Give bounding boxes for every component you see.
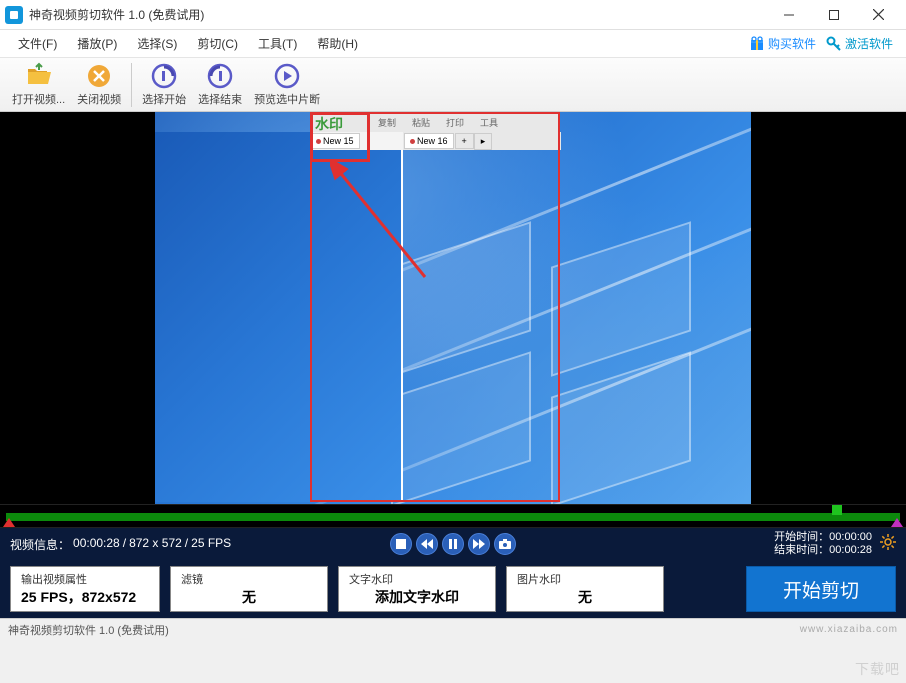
text-watermark-box[interactable]: 文字水印 添加文字水印 bbox=[338, 566, 496, 612]
select-start-button[interactable]: 选择开始 bbox=[136, 60, 192, 109]
info-label: 视频信息： bbox=[10, 536, 70, 553]
app-icon bbox=[5, 6, 23, 24]
select-end-button[interactable]: 选择结束 bbox=[192, 60, 248, 109]
minimize-button[interactable] bbox=[766, 0, 811, 30]
close-label: 关闭视频 bbox=[77, 91, 121, 107]
selstart-label: 选择开始 bbox=[142, 91, 186, 107]
snapshot-button[interactable] bbox=[494, 533, 516, 555]
selend-label: 选择结束 bbox=[198, 91, 242, 107]
play-circle-icon bbox=[273, 62, 301, 90]
textwm-label: 文字水印 bbox=[349, 571, 485, 587]
filter-value: 无 bbox=[181, 587, 317, 607]
site-watermark: www.xiazaiba.com bbox=[800, 624, 898, 635]
buy-label: 购买软件 bbox=[768, 35, 816, 52]
output-properties-row: 输出视频属性 25 FPS，872x572 滤镜 无 文字水印 添加文字水印 图… bbox=[0, 560, 906, 618]
select-start-icon bbox=[150, 62, 178, 90]
timeline[interactable] bbox=[0, 504, 906, 528]
activate-label: 激活软件 bbox=[845, 35, 893, 52]
output-props-value: 25 FPS，872x572 bbox=[21, 587, 149, 607]
watermark-text-label: 水印 bbox=[315, 114, 343, 134]
dot-icon bbox=[410, 139, 415, 144]
info-duration: 00:00:28 bbox=[73, 536, 120, 553]
red-arrow-icon bbox=[330, 162, 450, 292]
folder-open-icon bbox=[25, 62, 53, 90]
output-props-label: 输出视频属性 bbox=[21, 571, 149, 587]
forward-button[interactable] bbox=[468, 533, 490, 555]
menubar: 文件(F) 播放(P) 选择(S) 剪切(C) 工具(T) 帮助(H) 购买软件… bbox=[0, 30, 906, 58]
statusbar: 神奇视频剪切软件 1.0 (免费试用) www.xiazaiba.com bbox=[0, 618, 906, 640]
start-time-label: 开始时间： bbox=[774, 531, 829, 543]
preview-label: 预览选中片断 bbox=[254, 91, 320, 107]
menu-help[interactable]: 帮助(H) bbox=[307, 31, 368, 56]
close-button[interactable] bbox=[856, 0, 901, 30]
cmd-copy: 复制 bbox=[370, 116, 404, 129]
timeline-selection bbox=[6, 513, 900, 521]
maximize-button[interactable] bbox=[811, 0, 856, 30]
filter-box[interactable]: 滤镜 无 bbox=[170, 566, 328, 612]
preview-selection-button[interactable]: 预览选中片断 bbox=[248, 60, 326, 109]
info-resolution: 872 x 572 bbox=[129, 536, 182, 553]
status-text: 神奇视频剪切软件 1.0 (免费试用) bbox=[8, 622, 169, 638]
start-time-value: 00:00:00 bbox=[829, 531, 872, 543]
activate-software-link[interactable]: 激活软件 bbox=[821, 35, 898, 52]
timeline-start-marker[interactable] bbox=[3, 518, 15, 527]
textwm-value: 添加文字水印 bbox=[349, 587, 485, 607]
close-circle-icon bbox=[85, 62, 113, 90]
settings-gear-icon[interactable] bbox=[880, 534, 896, 554]
open-video-button[interactable]: 打开视频... bbox=[6, 60, 71, 109]
toolbar: 打开视频... 关闭视频 选择开始 选择结束 预览选中片断 bbox=[0, 58, 906, 112]
stop-button[interactable] bbox=[390, 533, 412, 555]
window-title: 神奇视频剪切软件 1.0 (免费试用) bbox=[29, 6, 204, 23]
image-watermark-box[interactable]: 图片水印 无 bbox=[506, 566, 664, 612]
corner-watermark: 下载吧 bbox=[855, 659, 900, 679]
output-props-box[interactable]: 输出视频属性 25 FPS，872x572 bbox=[10, 566, 160, 612]
titlebar: 神奇视频剪切软件 1.0 (免费试用) bbox=[0, 0, 906, 30]
menu-cut[interactable]: 剪切(C) bbox=[187, 31, 248, 56]
toolbar-separator bbox=[131, 63, 132, 107]
imgwm-label: 图片水印 bbox=[517, 571, 653, 587]
cmd-paste: 粘贴 bbox=[404, 116, 438, 129]
end-time-value: 00:00:28 bbox=[829, 544, 872, 556]
video-info: 视频信息： 00:00:28/ 872 x 572/ 25 FPS bbox=[10, 536, 231, 553]
video-preview-area: 复制 粘贴 打印 工具 New 16 + ▸ New 15 水印 bbox=[0, 112, 906, 504]
select-end-icon bbox=[206, 62, 234, 90]
cmd-print: 打印 bbox=[438, 116, 472, 129]
close-video-button[interactable]: 关闭视频 bbox=[71, 60, 127, 109]
playback-controls: 视频信息： 00:00:28/ 872 x 572/ 25 FPS 开始时间：0… bbox=[0, 528, 906, 560]
cmd-tools: 工具 bbox=[472, 116, 506, 129]
timeline-end-marker[interactable] bbox=[891, 518, 903, 527]
tab-more-button[interactable]: ▸ bbox=[474, 133, 493, 150]
rewind-button[interactable] bbox=[416, 533, 438, 555]
timeline-cursor[interactable] bbox=[832, 505, 842, 515]
menu-play[interactable]: 播放(P) bbox=[67, 31, 127, 56]
tab-new16[interactable]: New 16 bbox=[404, 133, 454, 149]
imgwm-value: 无 bbox=[517, 587, 653, 607]
embedded-tabs: New 16 + ▸ bbox=[403, 132, 561, 150]
menu-tools[interactable]: 工具(T) bbox=[248, 31, 307, 56]
video-frame: 复制 粘贴 打印 工具 New 16 + ▸ New 15 水印 bbox=[155, 112, 751, 504]
key-icon bbox=[826, 36, 842, 52]
filter-label: 滤镜 bbox=[181, 571, 317, 587]
start-cut-button[interactable]: 开始剪切 bbox=[746, 566, 896, 612]
info-fps: 25 FPS bbox=[191, 536, 231, 553]
pause-button[interactable] bbox=[442, 533, 464, 555]
menu-select[interactable]: 选择(S) bbox=[127, 31, 187, 56]
end-time-label: 结束时间： bbox=[774, 544, 829, 556]
menu-file[interactable]: 文件(F) bbox=[8, 31, 67, 56]
gift-icon bbox=[749, 36, 765, 52]
tab-add-button[interactable]: + bbox=[455, 133, 474, 149]
buy-software-link[interactable]: 购买软件 bbox=[744, 35, 821, 52]
open-label: 打开视频... bbox=[12, 91, 65, 107]
